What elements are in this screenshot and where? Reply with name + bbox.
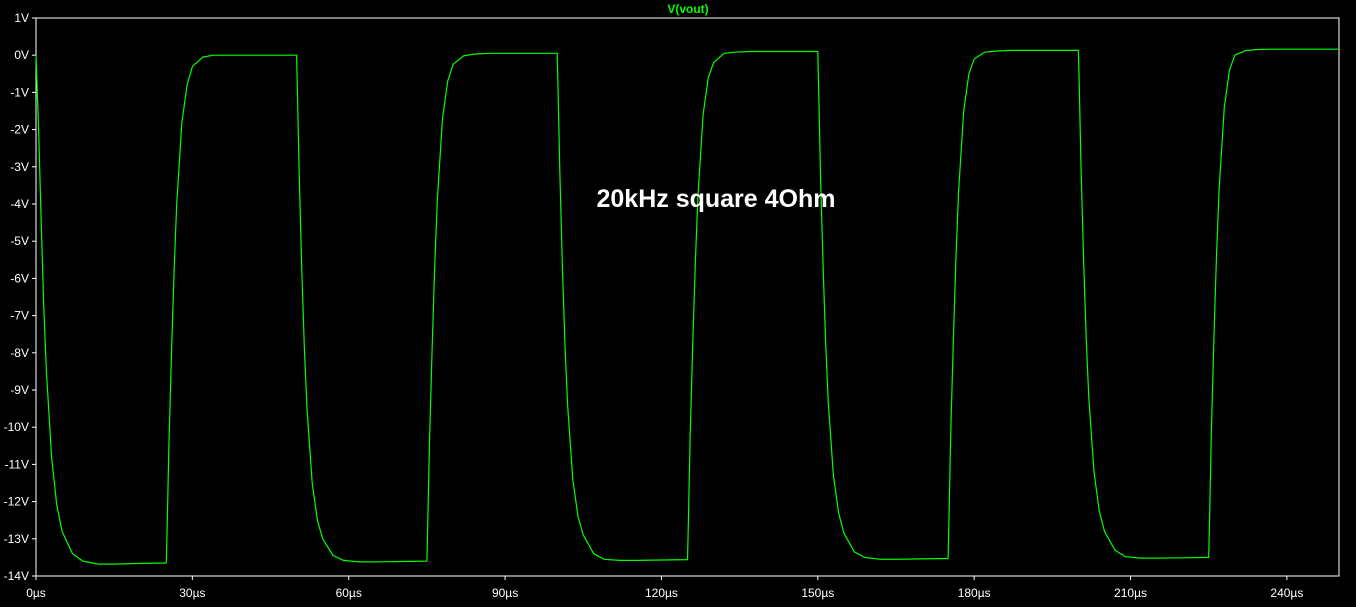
y-tick-label: -13V [4, 532, 29, 546]
plot-background [0, 0, 1356, 602]
y-tick-label: -1V [10, 85, 29, 99]
x-tick-label: 0µs [26, 586, 46, 600]
y-tick-label: -2V [10, 123, 29, 137]
y-tick-label: -9V [10, 383, 29, 397]
x-tick-label: 180µs [958, 586, 991, 600]
y-tick-label: -5V [10, 234, 29, 248]
y-tick-label: -11V [5, 457, 29, 471]
x-tick-label: 120µs [645, 586, 678, 600]
x-tick-label: 240µs [1270, 586, 1303, 600]
x-tick-label: 60µs [336, 586, 362, 600]
y-tick-label: 0V [14, 48, 29, 62]
chart-title: V(vout) [667, 2, 708, 16]
y-tick-label: -6V [10, 271, 29, 285]
plot-svg: V(vout) 1V 0V -1V -2V -3V -4V -5V -6V -7V -8V -9V -… [0, 0, 1356, 602]
x-tick-label: 90µs [492, 586, 518, 600]
y-tick-label: -8V [10, 346, 29, 360]
y-tick-label: -7V [10, 309, 29, 323]
y-tick-label: -4V [10, 197, 29, 211]
plot-annotation: 20kHz square 4Ohm [597, 185, 836, 213]
y-tick-label: -3V [10, 160, 29, 174]
waveform-plot: V(vout) 1V 0V -1V -2V -3V -4V -5V -6V -7V -8V -9V -… [0, 0, 1356, 602]
x-tick-label: 30µs [179, 586, 205, 600]
x-tick-label: 150µs [801, 586, 834, 600]
y-tick-label: 1V [14, 11, 29, 25]
y-tick-label: -10V [4, 420, 29, 434]
x-tick-label: 210µs [1114, 586, 1147, 600]
y-tick-label: -12V [4, 495, 29, 509]
y-tick-label: -14V [4, 569, 29, 583]
